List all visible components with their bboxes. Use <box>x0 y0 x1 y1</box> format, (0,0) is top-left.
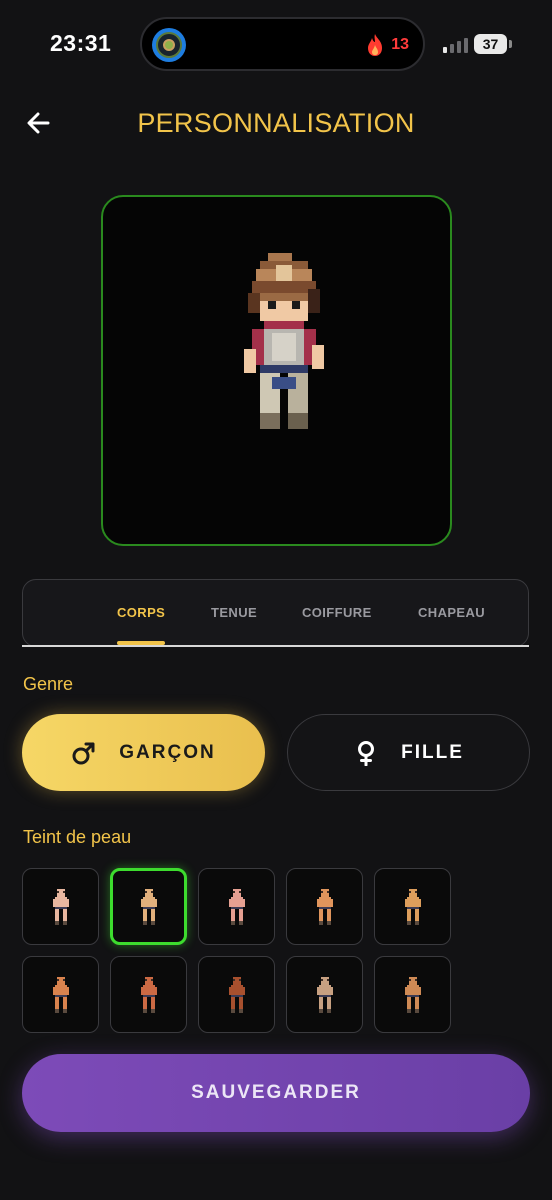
skin-preview-figure <box>140 888 157 925</box>
skin-tone-option[interactable] <box>110 956 187 1033</box>
save-button[interactable]: SAUVEGARDER <box>22 1054 530 1132</box>
boy-button[interactable]: GARÇON <box>22 714 265 791</box>
male-symbol-icon <box>72 742 95 764</box>
female-symbol-icon <box>358 740 375 766</box>
tab-corps[interactable]: CORPS <box>117 605 165 620</box>
skin-tone-option[interactable] <box>22 868 99 945</box>
tabs-divider <box>22 645 529 647</box>
boy-label: GARÇON <box>119 741 216 763</box>
skin-tone-option[interactable] <box>22 956 99 1033</box>
skin-tone-option[interactable] <box>286 868 363 945</box>
character-sprite <box>244 253 324 429</box>
skin-tone-option[interactable] <box>110 868 187 945</box>
skin-tone-section-label: Teint de peau <box>23 827 132 847</box>
active-tab-indicator <box>117 641 165 645</box>
skin-preview-figure <box>316 976 333 1013</box>
flame-icon <box>368 34 383 56</box>
skin-tone-option[interactable] <box>198 868 275 945</box>
skin-preview-figure <box>228 976 245 1013</box>
girl-button[interactable]: FILLE <box>287 714 530 791</box>
status-bar: 23:31 13 37 <box>0 0 552 90</box>
tab-chapeau[interactable]: CHAPEAU <box>418 605 485 620</box>
girl-label: FILLE <box>401 741 464 763</box>
gender-section-label: Genre <box>23 674 74 694</box>
streak-indicator: 13 <box>365 33 409 57</box>
skin-preview-figure <box>140 976 157 1013</box>
page-title: PERSONNALISATION <box>137 108 415 138</box>
battery-icon: 37 <box>474 34 507 54</box>
skin-preview-figure <box>52 976 69 1013</box>
signal-icon <box>443 37 468 53</box>
skin-tone-option[interactable] <box>286 956 363 1033</box>
skin-tone-option[interactable] <box>374 956 451 1033</box>
app-activity-icon <box>152 28 186 62</box>
tab-tenue[interactable]: TENUE <box>211 605 257 620</box>
status-time: 23:31 <box>50 30 112 56</box>
streak-count: 13 <box>391 36 409 53</box>
character-preview <box>101 195 452 546</box>
dynamic-island: 13 <box>140 17 425 71</box>
skin-preview-figure <box>404 976 421 1013</box>
skin-preview-figure <box>228 888 245 925</box>
skin-tone-option[interactable] <box>198 956 275 1033</box>
skin-preview-figure <box>52 888 69 925</box>
skin-preview-figure <box>316 888 333 925</box>
skin-preview-figure <box>404 888 421 925</box>
save-label: SAUVEGARDER <box>191 1082 361 1103</box>
skin-tone-option[interactable] <box>374 868 451 945</box>
tab-coiffure[interactable]: COIFFURE <box>302 605 372 620</box>
